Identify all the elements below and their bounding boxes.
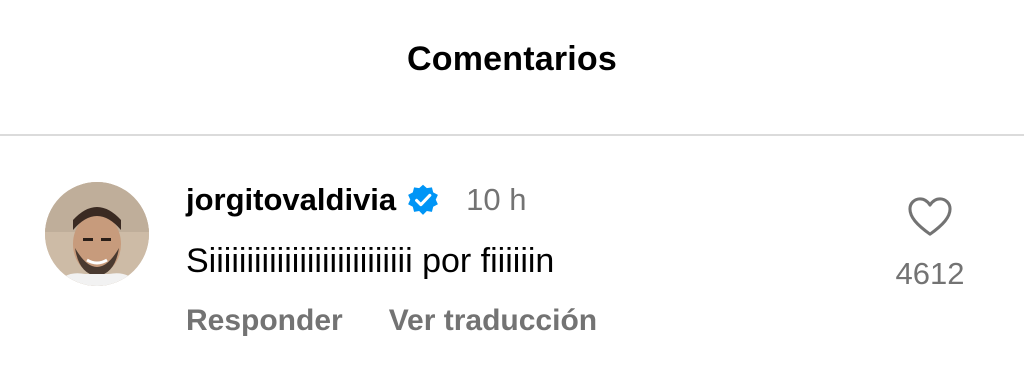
like-section: 4612	[880, 196, 980, 292]
comment-timestamp: 10 h	[466, 182, 527, 217]
translate-button[interactable]: Ver traducción	[389, 304, 597, 338]
username-link[interactable]: jorgitovaldivia	[186, 182, 396, 218]
reply-button[interactable]: Responder	[186, 304, 343, 338]
verified-badge-icon	[406, 183, 440, 217]
avatar[interactable]	[45, 182, 149, 286]
page-title: Comentarios	[406, 39, 618, 78]
heart-outline-icon[interactable]	[907, 196, 953, 238]
comments-header: Comentarios	[0, 0, 1024, 136]
comment-actions: Responder Ver traducción	[186, 304, 597, 338]
like-count: 4612	[895, 256, 965, 291]
comment-text: Siiiiiiiiiiiiiiiiiiiiiiiiiii por fiiiiii…	[186, 242, 555, 280]
comment-item: jorgitovaldivia 10 h Siiiiiiiiiiiiiiiiii…	[0, 136, 1024, 378]
comment-header-row: jorgitovaldivia 10 h	[186, 178, 527, 222]
